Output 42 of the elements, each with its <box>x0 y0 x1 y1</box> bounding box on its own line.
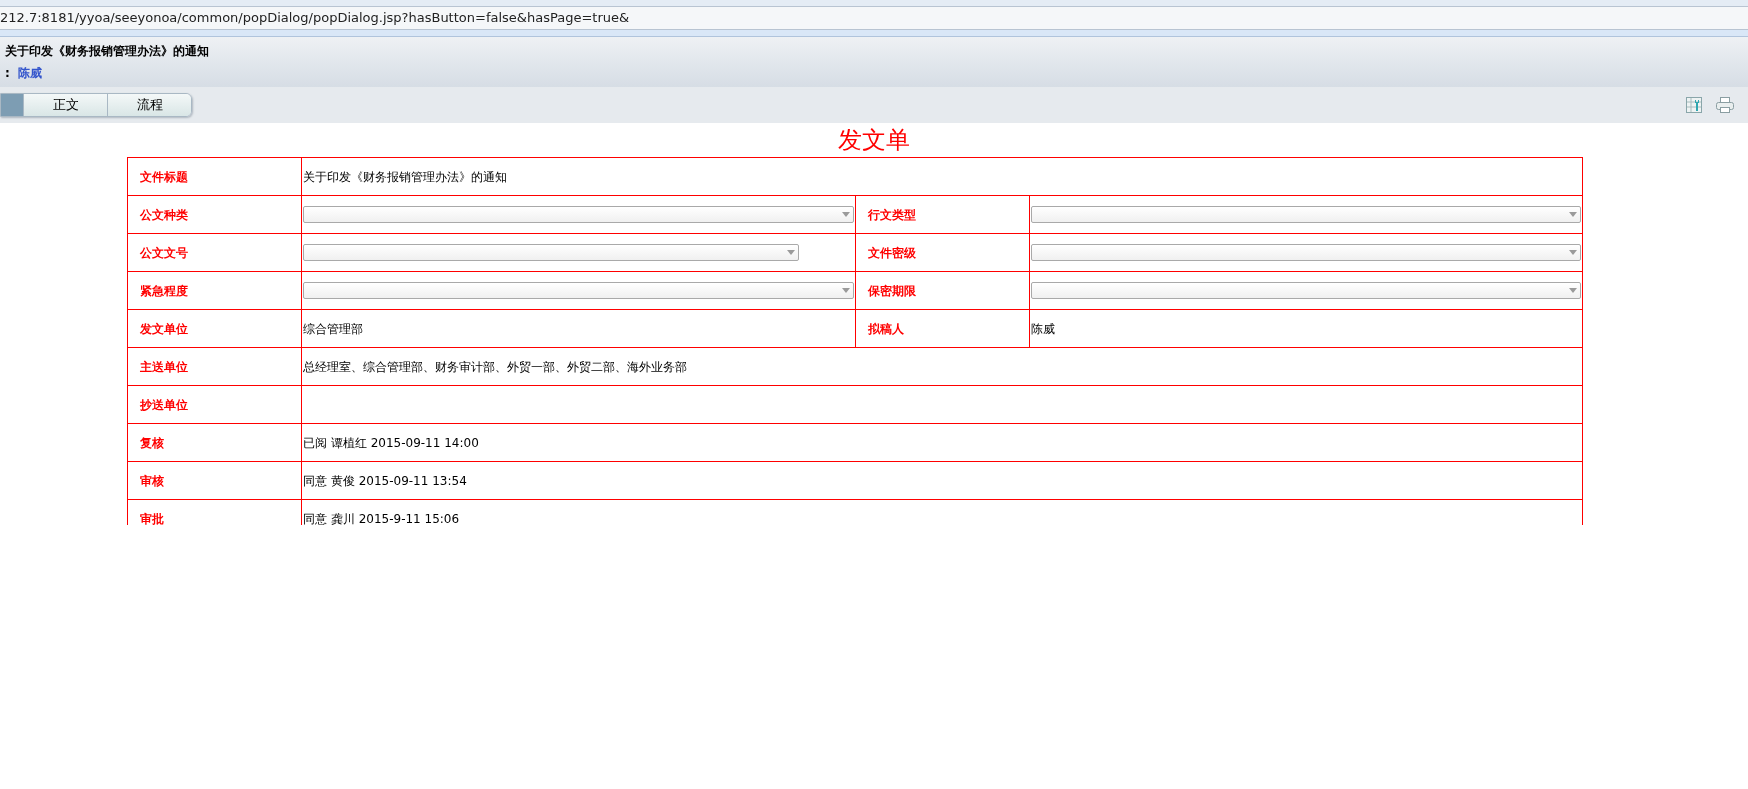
author-name: 陈威 <box>17 65 42 82</box>
dropdown-field[interactable] <box>1031 244 1581 261</box>
caret-icon <box>1569 288 1577 293</box>
field-label: 文件标题 <box>140 169 188 184</box>
field-value: 同意 龚川 2015-9-11 15:06 <box>303 511 460 525</box>
tab[interactable]: 流程 <box>107 94 191 116</box>
tab[interactable]: 正文 <box>23 94 107 116</box>
field-label: 主送单位 <box>140 359 188 374</box>
field-value: 已阅 谭植红 2015-09-11 14:00 <box>303 435 479 450</box>
field-label: 紧急程度 <box>140 283 188 298</box>
field-label: 保密期限 <box>868 283 916 298</box>
form-title: 发文单 <box>838 125 910 156</box>
dropdown-field[interactable] <box>303 206 854 223</box>
address-bar[interactable]: 212.7:8181/yyoa/seeyonoa/common/popDialog/popDialog.jsp?hasButton=false&hasPage=true& <box>0 6 1748 30</box>
field-label: 行文类型 <box>868 207 916 222</box>
dropdown-field[interactable] <box>1031 282 1581 299</box>
field-value: 陈威 <box>1031 321 1055 336</box>
field-label: 审批 <box>140 511 164 525</box>
document-title: 关于印发《财务报销管理办法》的通知 <box>5 43 210 60</box>
caret-icon <box>786 250 795 255</box>
field-label: 公文种类 <box>140 207 188 222</box>
field-label: 审核 <box>140 473 164 488</box>
field-value: 总经理室、综合管理部、财务审计部、外贸一部、外贸二部、海外业务部 <box>303 359 687 374</box>
separator-text: : <box>5 65 10 82</box>
field-label: 抄送单位 <box>140 397 188 412</box>
caret-icon <box>1569 212 1577 217</box>
grid-wrench-icon[interactable] <box>1686 97 1702 113</box>
caret-icon <box>1569 250 1577 255</box>
printer-icon[interactable] <box>1716 97 1734 113</box>
caret-icon <box>842 288 850 293</box>
field-label: 文件密级 <box>868 245 916 260</box>
field-label: 拟稿人 <box>868 321 904 336</box>
field-value: 综合管理部 <box>303 321 363 336</box>
caret-icon <box>842 212 850 217</box>
field-label: 复核 <box>140 435 164 450</box>
field-value: 关于印发《财务报销管理办法》的通知 <box>303 169 507 184</box>
dropdown-field[interactable] <box>303 282 854 299</box>
field-value: 同意 黄俊 2015-09-11 13:54 <box>303 473 467 488</box>
dropdown-field[interactable] <box>1031 206 1581 223</box>
dropdown-field[interactable] <box>303 244 799 261</box>
field-label: 公文文号 <box>140 245 188 260</box>
field-label: 发文单位 <box>140 321 188 336</box>
